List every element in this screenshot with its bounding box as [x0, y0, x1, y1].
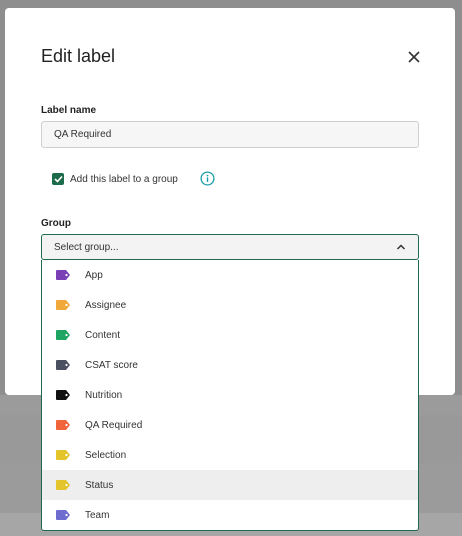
chevron-up-icon	[396, 244, 406, 250]
group-option-label: CSAT score	[85, 359, 138, 371]
label-name-heading: Label name	[41, 105, 97, 116]
info-circle-icon[interactable]	[200, 171, 215, 186]
group-dropdown-list: App Assignee Content CSAT score Nutritio…	[41, 260, 419, 531]
tag-icon	[56, 330, 70, 340]
tag-icon	[56, 270, 70, 280]
close-icon	[408, 51, 420, 63]
group-option-nutrition[interactable]: Nutrition	[42, 380, 418, 410]
group-option-label: Assignee	[85, 299, 127, 311]
add-to-group-label: Add this label to a group	[70, 173, 178, 185]
close-button[interactable]	[403, 46, 425, 68]
group-option-content[interactable]: Content	[42, 320, 418, 350]
group-select-placeholder: Select group...	[54, 241, 119, 253]
tag-icon	[56, 390, 70, 400]
tag-icon	[56, 480, 70, 490]
group-option-app[interactable]: App	[42, 260, 418, 290]
add-to-group-checkbox[interactable]	[52, 173, 64, 185]
tag-icon	[56, 420, 70, 430]
tag-icon	[56, 360, 70, 370]
group-heading: Group	[41, 218, 71, 229]
add-to-group-row[interactable]: Add this label to a group	[52, 171, 178, 187]
group-option-label: App	[85, 269, 103, 281]
checkmark-icon	[53, 175, 63, 183]
group-option-label: Nutrition	[85, 389, 123, 401]
tag-icon	[56, 300, 70, 310]
group-select[interactable]: Select group...	[41, 234, 419, 260]
group-option-assignee[interactable]: Assignee	[42, 290, 418, 320]
group-option-selection[interactable]: Selection	[42, 440, 418, 470]
group-option-label: Selection	[85, 449, 127, 461]
tag-icon	[56, 510, 70, 520]
tag-icon	[56, 450, 70, 460]
group-option-qa-required[interactable]: QA Required	[42, 410, 418, 440]
group-option-label: Team	[85, 509, 110, 521]
group-option-team[interactable]: Team	[42, 500, 418, 530]
group-option-label: Status	[85, 479, 114, 491]
group-option-status[interactable]: Status	[42, 470, 418, 500]
group-option-label: QA Required	[85, 419, 143, 431]
label-name-input[interactable]	[41, 121, 419, 148]
modal-title: Edit label	[41, 46, 116, 66]
group-option-label: Content	[85, 329, 121, 341]
group-option-csat-score[interactable]: CSAT score	[42, 350, 418, 380]
